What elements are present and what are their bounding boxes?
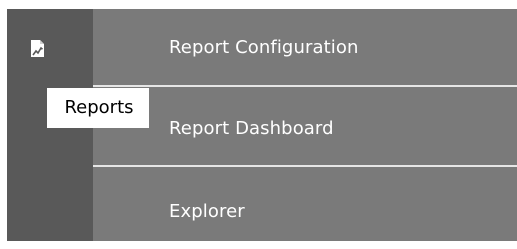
menu-item-label: Explorer xyxy=(169,201,245,222)
menu-item-label: Report Dashboard xyxy=(169,118,334,139)
menu-divider xyxy=(93,165,517,167)
menu-item-report-dashboard[interactable]: Report Dashboard xyxy=(93,90,517,170)
report-document-icon[interactable] xyxy=(28,39,48,59)
menu-item-report-configuration[interactable]: Report Configuration xyxy=(93,9,517,89)
reports-menu: Report Configuration Report Dashboard Ex… xyxy=(93,9,517,241)
menu-divider xyxy=(93,85,517,87)
menu-item-label: Report Configuration xyxy=(169,37,359,58)
menu-item-explorer[interactable]: Explorer xyxy=(93,169,517,249)
reports-tooltip: Reports xyxy=(47,88,149,128)
